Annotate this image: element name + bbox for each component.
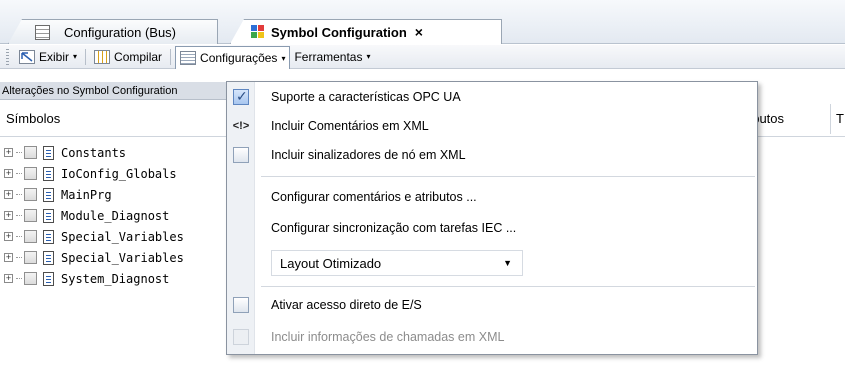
settings-dropdown-menu: Suporte a características OPC UA <!> Inc…	[226, 81, 758, 355]
chevron-down-icon: ▾	[366, 52, 371, 61]
tree-label: System_Diagnost	[61, 271, 170, 286]
settings-menu-button[interactable]: Configurações ▾	[175, 46, 291, 69]
tree-label: Special_Variables	[61, 250, 184, 265]
menu-separator	[261, 286, 755, 287]
chevron-down-icon: ▾	[281, 53, 286, 63]
symbol-checkbox[interactable]	[24, 146, 37, 159]
menu-item-label: Configurar comentários e atributos ...	[271, 190, 477, 204]
menu-item-include-call-info-xml: Incluir informações de chamadas em XML	[227, 324, 757, 350]
chevron-down-icon: ▾	[73, 52, 78, 61]
layout-select[interactable]: Layout Otimizado ▼	[271, 250, 523, 276]
symbols-column-header[interactable]: Símbolos	[6, 111, 60, 126]
build-button[interactable]: Compilar	[90, 47, 166, 67]
expand-icon[interactable]: +	[4, 148, 13, 157]
tree-connector	[16, 278, 22, 279]
checkbox-disabled-icon	[233, 329, 249, 345]
tree-label: MainPrg	[61, 187, 112, 202]
toolbar-grip[interactable]	[6, 48, 9, 65]
tree-connector	[16, 257, 22, 258]
symbol-checkbox[interactable]	[24, 272, 37, 285]
symbol-checkbox[interactable]	[24, 188, 37, 201]
menu-item-include-node-flags-xml[interactable]: Incluir sinalizadores de nó em XML	[227, 142, 757, 168]
checkbox-unchecked-icon	[233, 297, 249, 313]
tree-row[interactable]: + Special_Variables	[0, 247, 235, 268]
tree-row[interactable]: + IoConfig_Globals	[0, 163, 235, 184]
tree-row[interactable]: + MainPrg	[0, 184, 235, 205]
view-icon	[19, 49, 35, 64]
symbol-tree: + Constants + IoConfig_Globals + MainPrg…	[0, 142, 235, 289]
tree-row[interactable]: + System_Diagnost	[0, 268, 235, 289]
toolbar-separator	[170, 48, 172, 65]
menu-item-label: Incluir informações de chamadas em XML	[271, 330, 505, 344]
expand-icon[interactable]: +	[4, 253, 13, 262]
tree-label: Special_Variables	[61, 229, 184, 244]
menu-item-label: Suporte a características OPC UA	[271, 90, 461, 104]
build-icon	[94, 49, 111, 64]
menu-item-opc-ua-support[interactable]: Suporte a características OPC UA	[227, 84, 757, 110]
settings-label: Configurações	[200, 51, 278, 65]
expand-icon[interactable]: +	[4, 190, 13, 199]
layout-select-value: Layout Otimizado	[280, 255, 382, 271]
menu-separator	[261, 176, 755, 177]
grid-icon	[35, 24, 50, 40]
menu-item-configure-iec-sync[interactable]: Configurar sincronização com tarefas IEC…	[227, 215, 757, 241]
expand-icon[interactable]: +	[4, 274, 13, 283]
tree-connector	[16, 215, 22, 216]
tree-connector	[16, 173, 22, 174]
document-icon	[43, 271, 54, 286]
menu-item-configure-comments-attributes[interactable]: Configurar comentários e atributos ...	[227, 184, 757, 210]
view-label: Exibir	[39, 49, 70, 64]
menu-item-direct-io-access[interactable]: Ativar acesso direto de E/S	[227, 292, 757, 318]
tree-label: IoConfig_Globals	[61, 166, 177, 181]
document-icon	[43, 229, 54, 244]
editor-tab-strip: Configuration (Bus) Symbol Configuration…	[0, 0, 845, 44]
menu-item-label: Incluir sinalizadores de nó em XML	[271, 148, 466, 162]
checkbox-unchecked-icon	[233, 147, 249, 163]
close-icon[interactable]: ×	[415, 24, 423, 40]
tree-connector	[16, 194, 22, 195]
changes-subheader: Alterações no Symbol Configuration	[0, 82, 230, 100]
menu-item-include-comments-xml[interactable]: <!> Incluir Comentários em XML	[227, 113, 757, 139]
menu-item-label: Incluir Comentários em XML	[271, 119, 429, 133]
expand-icon[interactable]: +	[4, 211, 13, 220]
tab-label: Symbol Configuration	[271, 24, 407, 40]
tools-label: Ferramentas	[294, 49, 363, 64]
symbol-checkbox[interactable]	[24, 209, 37, 222]
expand-icon[interactable]: +	[4, 232, 13, 241]
next-column-header[interactable]: T	[836, 111, 844, 126]
tree-label: Constants	[61, 145, 127, 160]
view-menu-button[interactable]: Exibir ▾	[15, 47, 81, 67]
symbol-checkbox[interactable]	[24, 167, 37, 180]
document-icon	[43, 208, 54, 223]
tab-symbol-configuration[interactable]: Symbol Configuration ×	[230, 19, 502, 44]
settings-icon	[180, 51, 197, 65]
tab-configuration-bus[interactable]: Configuration (Bus)	[8, 19, 218, 44]
tools-menu-button[interactable]: Ferramentas ▾	[290, 47, 374, 67]
tree-row[interactable]: + Special_Variables	[0, 226, 235, 247]
tree-label: Module_Diagnost	[61, 208, 170, 223]
menu-item-label: Ativar acesso direto de E/S	[271, 298, 422, 312]
xml-comment-icon: <!>	[232, 120, 250, 132]
symbol-checkbox[interactable]	[24, 230, 37, 243]
build-label: Compilar	[114, 49, 163, 64]
column-divider[interactable]	[830, 104, 831, 134]
expand-icon[interactable]: +	[4, 169, 13, 178]
checkbox-checked-icon	[233, 88, 249, 105]
document-icon	[43, 145, 54, 160]
toolbar-separator	[85, 48, 87, 65]
chevron-down-icon: ▼	[503, 258, 512, 268]
tree-connector	[16, 236, 22, 237]
tree-connector	[16, 152, 22, 153]
symbol-configuration-icon	[251, 25, 265, 39]
document-icon	[43, 166, 54, 181]
toolbar: Exibir ▾ Compilar Configurações ▾ Ferram…	[0, 45, 845, 69]
tree-row[interactable]: + Constants	[0, 142, 235, 163]
document-icon	[43, 250, 54, 265]
tree-row[interactable]: + Module_Diagnost	[0, 205, 235, 226]
menu-item-label: Configurar sincronização com tarefas IEC…	[271, 221, 517, 235]
tab-label: Configuration (Bus)	[64, 24, 176, 40]
symbol-checkbox[interactable]	[24, 251, 37, 264]
document-icon	[43, 187, 54, 202]
